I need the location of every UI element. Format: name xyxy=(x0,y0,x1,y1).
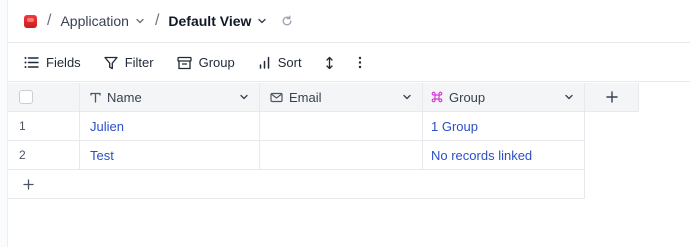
row-height-icon[interactable] xyxy=(325,56,334,70)
column-header-name[interactable]: Name xyxy=(80,83,260,112)
list-icon xyxy=(24,57,39,68)
linked-records[interactable]: 1 Group xyxy=(431,119,478,134)
plus-icon xyxy=(605,91,618,103)
breadcrumb: / Application / Default View xyxy=(8,0,690,43)
group-button[interactable]: Group xyxy=(176,55,235,70)
row-index: 1 xyxy=(8,112,80,141)
fields-button[interactable]: Fields xyxy=(24,55,81,70)
sort-label: Sort xyxy=(277,55,302,70)
filter-label: Filter xyxy=(124,55,154,70)
chevron-down-icon xyxy=(135,16,145,26)
data-grid: Name Email Group 1 Julien 1 Group 2 Test… xyxy=(8,83,639,199)
column-header-label: Name xyxy=(107,89,142,105)
fields-label: Fields xyxy=(46,55,81,70)
left-rail xyxy=(0,0,8,247)
row-index: 2 xyxy=(8,141,80,170)
more-options-icon[interactable] xyxy=(358,56,362,69)
group-label: Group xyxy=(198,55,235,70)
chevron-down-icon[interactable] xyxy=(239,90,249,105)
add-row-button[interactable] xyxy=(8,170,585,199)
name-cell[interactable]: Julien xyxy=(80,112,260,141)
group-cell[interactable]: 1 Group xyxy=(423,112,585,141)
chevron-down-icon[interactable] xyxy=(402,90,412,105)
chevron-down-icon xyxy=(257,16,267,26)
breadcrumb-app[interactable]: Application xyxy=(60,13,145,29)
archive-box-icon xyxy=(176,56,192,69)
column-header-email[interactable]: Email xyxy=(260,83,423,112)
breadcrumb-separator: / xyxy=(154,12,160,29)
filter-button[interactable]: Filter xyxy=(104,55,154,70)
breadcrumb-separator: / xyxy=(47,12,52,29)
linked-records[interactable]: No records linked xyxy=(431,148,532,163)
select-all-cell xyxy=(8,83,80,112)
table-row[interactable]: 1 Julien 1 Group xyxy=(8,112,639,141)
select-all-checkbox[interactable] xyxy=(19,90,33,104)
column-header-label: Group xyxy=(449,89,486,105)
breadcrumb-view[interactable]: Default View xyxy=(168,13,267,29)
app-logo-icon[interactable] xyxy=(24,14,37,28)
record-link[interactable]: Test xyxy=(90,148,114,163)
text-type-icon xyxy=(90,92,101,103)
email-cell[interactable] xyxy=(260,112,423,141)
link-command-icon xyxy=(431,91,443,103)
mail-icon xyxy=(270,92,283,102)
record-link[interactable]: Julien xyxy=(90,119,124,134)
add-column-button[interactable] xyxy=(585,83,639,112)
group-cell[interactable]: No records linked xyxy=(423,141,585,170)
table-row[interactable]: 2 Test No records linked xyxy=(8,141,639,170)
name-cell[interactable]: Test xyxy=(80,141,260,170)
grid-header-row: Name Email Group xyxy=(8,83,639,112)
column-header-label: Email xyxy=(289,89,322,105)
toolbar: Fields Filter Group Sort xyxy=(8,44,690,82)
chevron-down-icon[interactable] xyxy=(564,90,574,105)
filter-icon xyxy=(104,56,118,69)
breadcrumb-app-label: Application xyxy=(60,13,129,29)
bar-chart-icon xyxy=(259,56,269,69)
breadcrumb-view-label: Default View xyxy=(168,13,252,29)
email-cell[interactable] xyxy=(260,141,423,170)
plus-icon xyxy=(23,178,34,190)
column-header-group[interactable]: Group xyxy=(423,83,585,112)
sort-button[interactable]: Sort xyxy=(258,55,302,70)
refresh-icon[interactable] xyxy=(281,15,293,27)
